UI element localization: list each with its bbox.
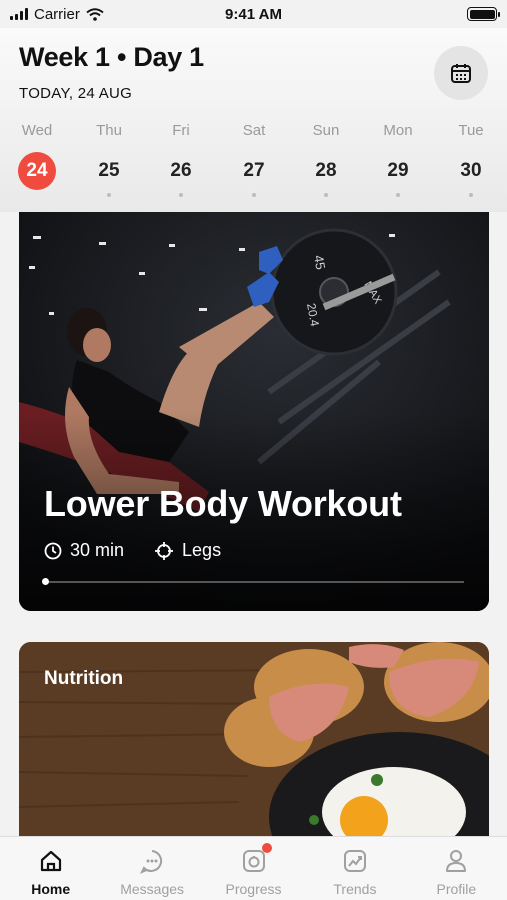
workout-progress-bar bbox=[42, 578, 464, 585]
tab-trends[interactable]: Trends bbox=[304, 837, 405, 900]
calendar-button[interactable] bbox=[434, 46, 488, 100]
tab-messages[interactable]: Messages bbox=[101, 837, 202, 900]
day-tue[interactable]: Tue 30 bbox=[441, 120, 501, 197]
workout-duration: 30 min bbox=[70, 540, 125, 560]
day-number: 25 bbox=[98, 160, 120, 181]
day-name: Fri bbox=[172, 122, 190, 139]
page-title: Week 1 • Day 1 bbox=[19, 42, 204, 72]
battery-icon bbox=[467, 7, 500, 21]
day-indicator-dot bbox=[252, 193, 256, 197]
day-name: Mon bbox=[383, 122, 413, 139]
tab-label: Profile bbox=[436, 881, 477, 897]
day-number: 29 bbox=[387, 160, 409, 181]
tab-progress[interactable]: Progress bbox=[203, 837, 304, 900]
plate-weight-label: 45 bbox=[311, 254, 328, 271]
day-fri[interactable]: Fri 26 bbox=[151, 120, 211, 197]
day-mon[interactable]: Mon 29 bbox=[368, 120, 428, 197]
day-thu[interactable]: Thu 25 bbox=[79, 120, 139, 197]
tab-label: Progress bbox=[225, 881, 282, 897]
date-subtitle: TODAY, 24 AUG bbox=[19, 85, 133, 102]
carrier-label: Carrier bbox=[34, 5, 80, 23]
progress-knob bbox=[42, 578, 49, 585]
day-indicator-dot bbox=[179, 193, 183, 197]
tab-bar: Home Messages Progress Trends Profile bbox=[0, 836, 507, 900]
trends-icon bbox=[343, 850, 366, 872]
day-number: 27 bbox=[243, 160, 265, 181]
tab-label: Home bbox=[31, 881, 71, 897]
day-sat[interactable]: Sat 27 bbox=[224, 120, 284, 197]
workout-title: Lower Body Workout bbox=[44, 483, 402, 524]
wifi-icon bbox=[86, 7, 104, 21]
tab-home[interactable]: Home bbox=[0, 837, 101, 900]
day-wed[interactable]: Wed 24 bbox=[7, 120, 67, 190]
clock-icon bbox=[44, 542, 62, 559]
profile-icon bbox=[446, 850, 467, 872]
day-sun[interactable]: Sun 28 bbox=[296, 120, 356, 197]
day-name: Sat bbox=[242, 122, 266, 139]
day-indicator-dot bbox=[107, 193, 111, 197]
day-indicator-dot bbox=[469, 193, 473, 197]
notification-badge bbox=[261, 843, 272, 853]
home-icon bbox=[40, 850, 61, 872]
header: Week 1 • Day 1 TODAY, 24 AUG Wed 24 Thu … bbox=[0, 28, 507, 212]
day-indicator-dot bbox=[324, 193, 328, 197]
day-number: 26 bbox=[170, 160, 192, 181]
day-number: 24 bbox=[18, 152, 56, 190]
status-bar: Carrier 9:41 AM bbox=[0, 0, 507, 28]
day-selector: Wed 24 Thu 25 Fri 26 Sat 27 Sun 28 Mon 2… bbox=[0, 120, 507, 200]
day-name: Thu bbox=[96, 122, 122, 139]
calendar-icon bbox=[451, 64, 471, 83]
day-name: Sun bbox=[312, 122, 340, 139]
target-icon bbox=[155, 541, 174, 560]
day-number: 28 bbox=[315, 160, 337, 181]
tab-label: Messages bbox=[120, 881, 185, 897]
signal-icon bbox=[10, 8, 28, 20]
chat-icon bbox=[140, 850, 163, 874]
day-name: Wed bbox=[21, 122, 53, 139]
day-name: Tue bbox=[458, 122, 484, 139]
nutrition-card[interactable]: Nutrition bbox=[19, 642, 489, 842]
day-number: 30 bbox=[460, 160, 482, 181]
tab-label: Trends bbox=[333, 881, 377, 897]
nutrition-title: Nutrition bbox=[44, 668, 124, 689]
tab-profile[interactable]: Profile bbox=[406, 837, 507, 900]
day-indicator-dot bbox=[396, 193, 400, 197]
workout-meta: 30 min Legs bbox=[44, 540, 221, 561]
workout-target: Legs bbox=[182, 540, 222, 560]
workout-card[interactable]: 45 20.4 MAX Lower Body Workout 30 min Le… bbox=[19, 212, 489, 611]
